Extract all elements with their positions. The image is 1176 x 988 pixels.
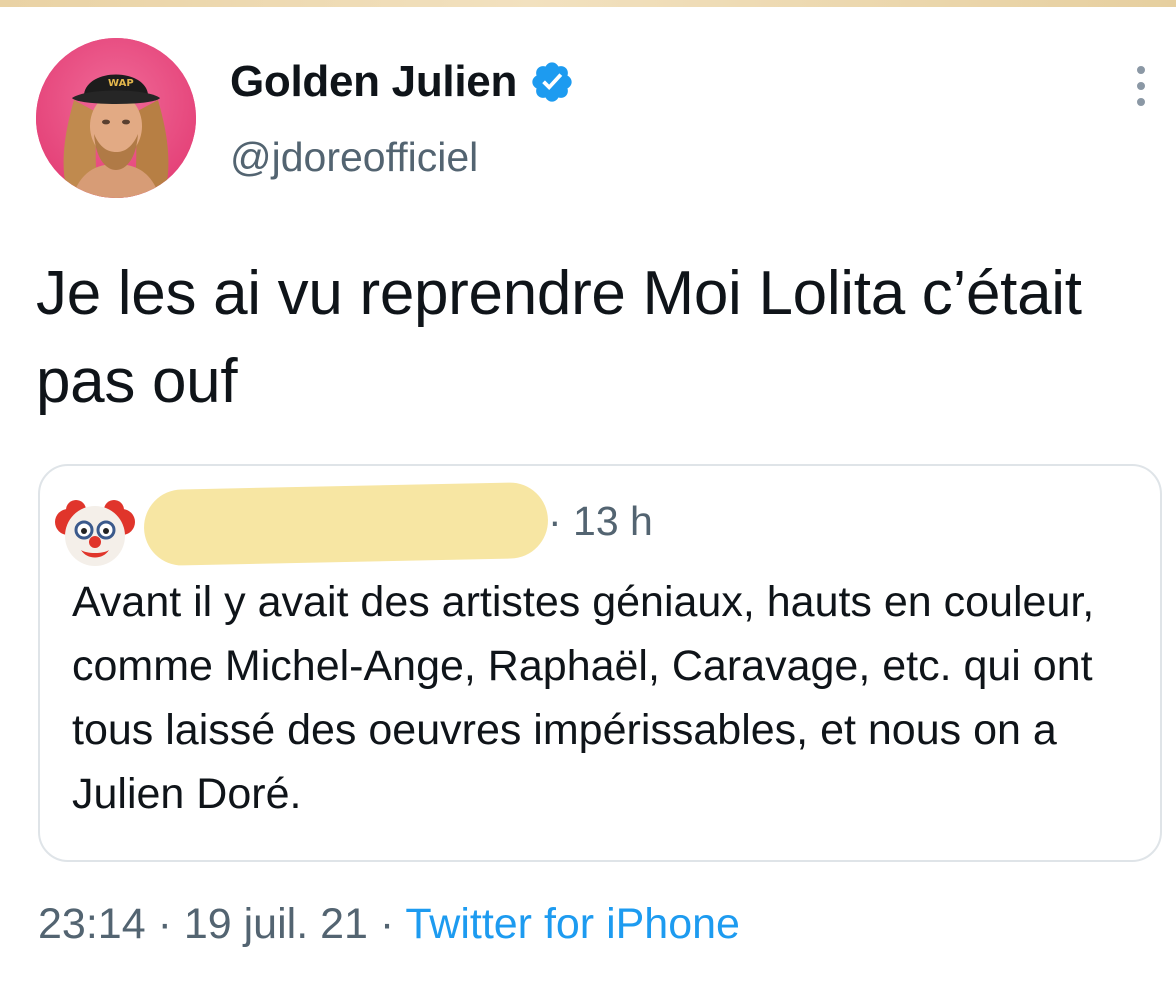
tweet-time[interactable]: 23:14: [38, 900, 146, 948]
top-edge-strip: [0, 0, 1176, 7]
clown-emoji-icon: [55, 500, 135, 566]
author-handle[interactable]: @jdoreofficiel: [230, 134, 478, 181]
display-name[interactable]: Golden Julien: [230, 57, 517, 107]
tweet-text: Je les ai vu reprendre Moi Lolita c’étai…: [36, 259, 1082, 416]
meta-separator: ·: [157, 900, 172, 948]
verified-badge-icon: [532, 62, 572, 102]
author-avatar[interactable]: WAP: [36, 38, 196, 198]
profile-photo-icon: WAP: [36, 38, 196, 198]
hat-text: WAP: [108, 78, 134, 89]
quoted-tweet-text: Avant il y avait des artistes géniaux, h…: [72, 578, 1095, 818]
tweet-date[interactable]: 19 juil. 21: [184, 900, 368, 948]
tweet-meta: 23:14 · 19 juil. 21 · Twitter for iPhone: [38, 900, 740, 949]
meta-separator: ·: [379, 900, 395, 948]
quoted-tweet-time[interactable]: · 13 h: [548, 498, 653, 545]
author-name-row[interactable]: Golden Julien: [230, 52, 575, 112]
more-options-icon[interactable]: [1126, 62, 1156, 110]
redacted-username: [143, 481, 549, 567]
tweet-source-link[interactable]: Twitter for iPhone: [405, 900, 740, 948]
